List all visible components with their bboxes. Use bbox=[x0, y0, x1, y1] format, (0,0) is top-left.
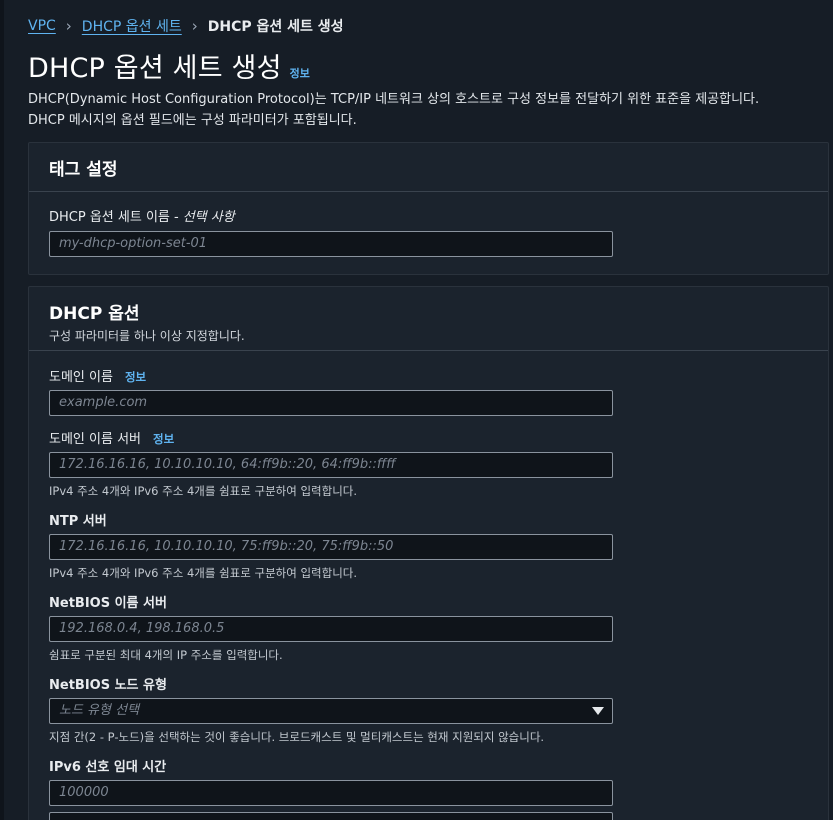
domain-name-servers-label-text: 도메인 이름 서버 bbox=[49, 432, 141, 447]
domain-name-servers-label: 도메인 이름 서버 정보 bbox=[49, 428, 174, 447]
domain-name-servers-info-link[interactable]: 정보 bbox=[153, 431, 174, 447]
optional-text: 선택 사항 bbox=[182, 210, 235, 225]
page: VPC › DHCP 옵션 세트 › DHCP 옵션 세트 생성 DHCP 옵션… bbox=[0, 0, 833, 820]
page-title-row: DHCP 옵션 세트 생성 정보 bbox=[28, 46, 310, 85]
tag-settings-header: 태그 설정 bbox=[29, 143, 828, 192]
next-field-input[interactable] bbox=[49, 812, 613, 820]
domain-name-info-link[interactable]: 정보 bbox=[125, 369, 146, 385]
breadcrumb-dhcp-option-sets-link[interactable]: DHCP 옵션 세트 bbox=[82, 16, 182, 36]
netbios-name-servers-label: NetBIOS 이름 서버 bbox=[49, 596, 167, 611]
ntp-servers-input[interactable]: 172.16.16.16, 10.10.10.10, 75:ff9b::20, … bbox=[49, 534, 613, 560]
domain-name-label: 도메인 이름 정보 bbox=[49, 366, 146, 385]
netbios-node-type-hint: 지점 간(2 - P-노드)을 선택하는 것이 좋습니다. 브로드캐스트 및 멀… bbox=[49, 730, 545, 744]
dhcp-options-panel: DHCP 옵션 구성 파라미터를 하나 이상 지정합니다. 도메인 이름 정보 … bbox=[28, 286, 829, 820]
breadcrumb-current: DHCP 옵션 세트 생성 bbox=[207, 19, 344, 35]
ntp-servers-hint: IPv4 주소 4개와 IPv6 주소 4개를 쉼표로 구분하여 입력합니다. bbox=[49, 566, 358, 580]
name-label-text: DHCP 옵션 세트 이름 - bbox=[49, 210, 179, 225]
dhcp-options-title: DHCP 옵션 bbox=[49, 304, 140, 324]
dhcp-option-set-name-label: DHCP 옵션 세트 이름 - 선택 사항 bbox=[49, 206, 235, 225]
tag-settings-panel: 태그 설정 DHCP 옵션 세트 이름 - 선택 사항 my-dhcp-opti… bbox=[28, 142, 829, 275]
domain-name-label-text: 도메인 이름 bbox=[49, 370, 113, 385]
netbios-name-servers-hint: 쉼표로 구분된 최대 4개의 IP 주소를 입력합니다. bbox=[49, 648, 283, 662]
netbios-name-servers-input[interactable]: 192.168.0.4, 198.168.0.5 bbox=[49, 616, 613, 642]
chevron-right-icon: › bbox=[65, 17, 72, 35]
page-title: DHCP 옵션 세트 생성 bbox=[28, 53, 282, 84]
page-description-line-2: DHCP 메시지의 옵션 필드에는 구성 파라미터가 포함됩니다. bbox=[28, 113, 357, 128]
tag-settings-title: 태그 설정 bbox=[49, 159, 118, 180]
domain-name-input[interactable]: example.com bbox=[49, 390, 613, 416]
dhcp-options-header: DHCP 옵션 구성 파라미터를 하나 이상 지정합니다. bbox=[29, 287, 828, 351]
page-info-link[interactable]: 정보 bbox=[290, 65, 310, 81]
left-rail bbox=[0, 0, 4, 820]
netbios-node-type-label: NetBIOS 노드 유형 bbox=[49, 678, 167, 693]
breadcrumb-vpc-link[interactable]: VPC bbox=[28, 18, 56, 34]
domain-name-servers-input[interactable]: 172.16.16.16, 10.10.10.10, 64:ff9b::20, … bbox=[49, 452, 613, 478]
chevron-right-icon: › bbox=[191, 17, 198, 35]
dhcp-option-set-name-input[interactable]: my-dhcp-option-set-01 bbox=[49, 231, 613, 257]
ipv6-lease-time-input[interactable]: 100000 bbox=[49, 780, 613, 806]
netbios-node-type-select[interactable]: 노드 유형 선택 bbox=[49, 698, 613, 724]
page-description: DHCP(Dynamic Host Configuration Protocol… bbox=[28, 89, 828, 131]
ipv6-lease-time-label: IPv6 선호 임대 시간 bbox=[49, 760, 167, 775]
ntp-servers-label: NTP 서버 bbox=[49, 514, 107, 529]
caret-down-icon bbox=[592, 707, 604, 715]
breadcrumb: VPC › DHCP 옵션 세트 › DHCP 옵션 세트 생성 bbox=[28, 16, 344, 36]
netbios-node-type-placeholder: 노드 유형 선택 bbox=[59, 703, 140, 718]
page-description-line-1: DHCP(Dynamic Host Configuration Protocol… bbox=[28, 92, 760, 107]
domain-name-servers-hint: IPv4 주소 4개와 IPv6 주소 4개를 쉼표로 구분하여 입력합니다. bbox=[49, 484, 358, 498]
dhcp-options-subtitle: 구성 파라미터를 하나 이상 지정합니다. bbox=[49, 329, 245, 343]
